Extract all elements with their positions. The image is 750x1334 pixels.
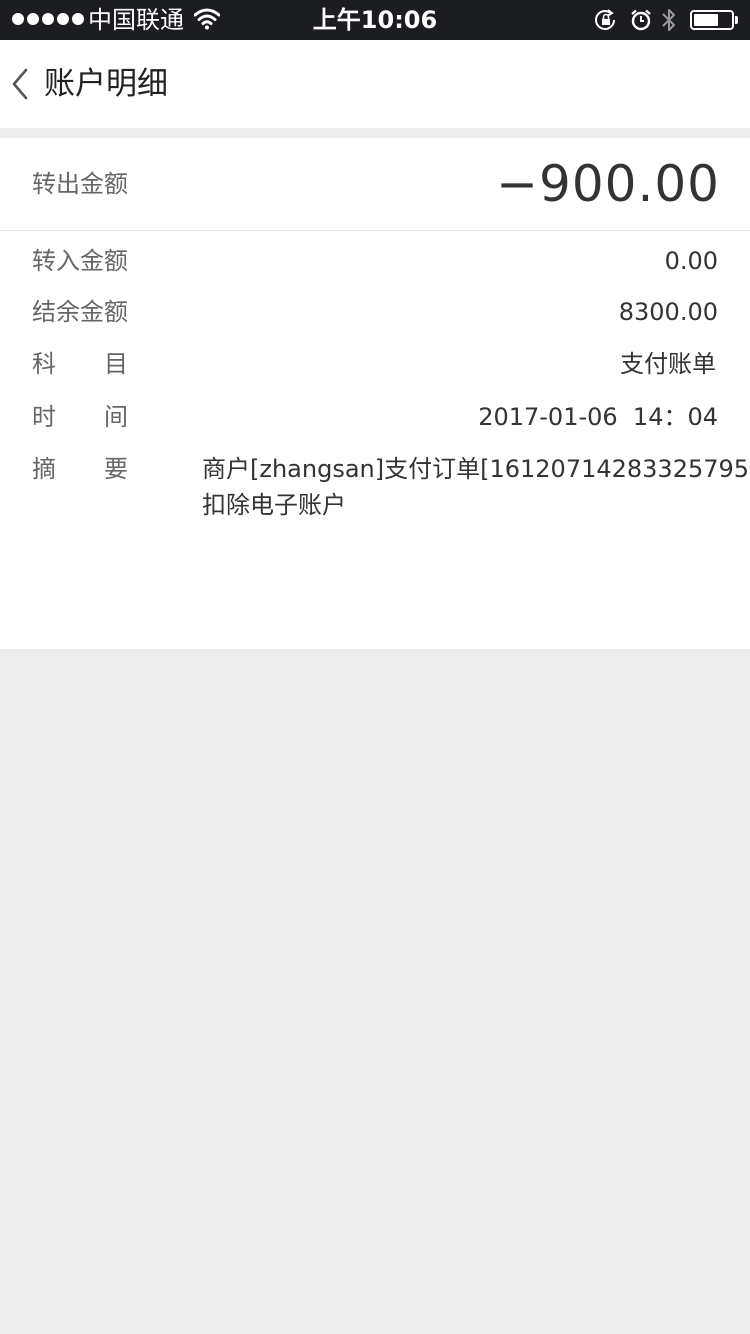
rotation-lock-icon	[594, 9, 618, 35]
status-bar: 中国联通 上午10:06	[0, 0, 750, 40]
page-title: 账户明细	[44, 66, 168, 102]
alarm-icon	[630, 9, 652, 35]
transfer-out-row: 转出金额 −900.00	[0, 138, 750, 231]
nav-bar: 账户明细	[0, 40, 750, 128]
memo-line-1: 商户[zhangsan]支付订单[16120714283325795]	[202, 455, 750, 483]
memo-line-2: 扣除电子账户	[202, 491, 346, 519]
balance-label: 结余金额	[32, 298, 128, 326]
transfer-out-label: 转出金额	[32, 170, 128, 198]
bluetooth-icon	[660, 7, 678, 37]
memo-label: 摘要	[32, 455, 128, 483]
transfer-out-amount: −900.00	[496, 155, 720, 213]
chevron-left-icon	[10, 67, 30, 101]
transfer-in-value: 0.00	[664, 247, 718, 275]
transfer-in-label: 转入金额	[32, 247, 128, 275]
subject-label: 科目	[32, 350, 128, 378]
battery-icon	[690, 10, 738, 30]
subject-value: 支付账单	[620, 350, 716, 378]
time-value: 2017-01-06 14：04	[478, 403, 718, 431]
memo-value: 商户[zhangsan]支付订单[16120714283325795] 扣除电子…	[202, 451, 750, 523]
time-label: 时间	[32, 403, 128, 431]
transaction-detail-card: 转出金额 −900.00 转入金额 0.00 结余金额 8300.00 科目 支…	[0, 138, 750, 649]
back-button[interactable]: 账户明细	[0, 40, 168, 128]
balance-value: 8300.00	[618, 298, 718, 326]
